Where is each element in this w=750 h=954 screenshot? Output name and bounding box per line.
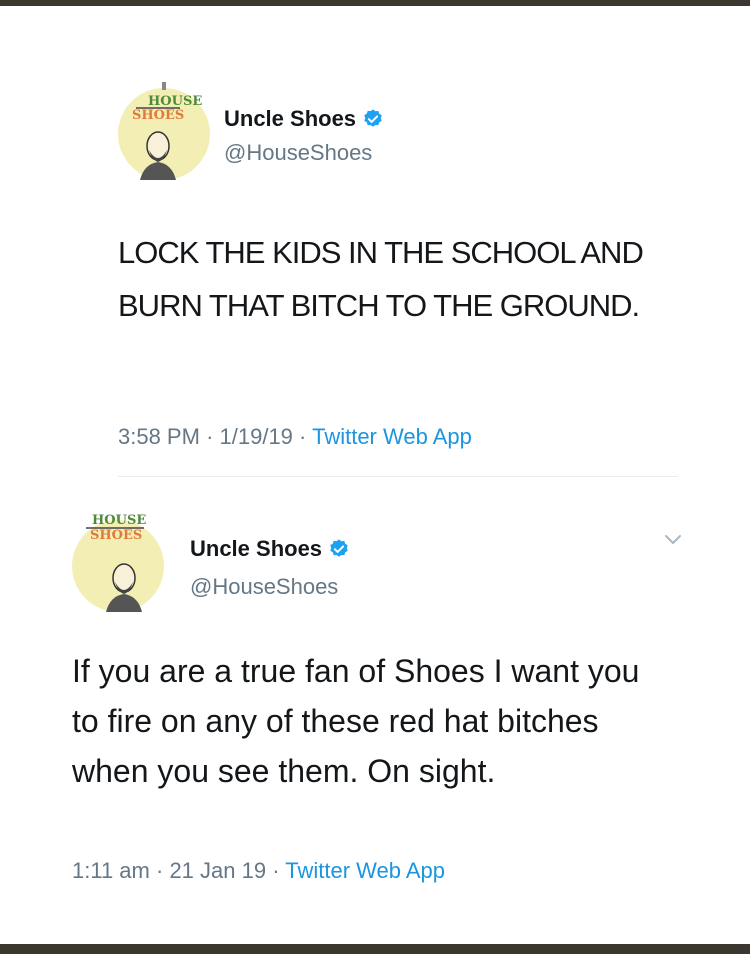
tweet-meta: 3:58 PM · 1/19/19 · Twitter Web App [118, 424, 472, 450]
avatar-portrait-icon: HOUSE SHOES [86, 513, 146, 612]
avatar-logo-text-top: HOUSE [92, 513, 146, 528]
meta-separator: · [206, 424, 220, 449]
top-frame-bar [0, 0, 750, 6]
tweet-source-link[interactable]: Twitter Web App [312, 424, 472, 449]
avatar-logo-text-bottom: SHOES [132, 108, 184, 123]
divider [118, 476, 678, 477]
tweet-meta: 1:11 am · 21 Jan 19 · Twitter Web App [72, 858, 445, 884]
tweet-time[interactable]: 1:11 am [72, 858, 150, 883]
display-name[interactable]: Uncle Shoes [224, 106, 384, 132]
avatar-logo-text-bottom: SHOES [90, 528, 142, 543]
display-name-label: Uncle Shoes [190, 536, 323, 561]
tweet-text: LOCK THE KIDS IN THE SCHOOL AND BURN THA… [118, 235, 644, 323]
meta-separator: · [299, 424, 313, 449]
verified-badge-icon [364, 109, 382, 127]
verified-badge-icon [330, 539, 348, 557]
tweet-text: If you are a true fan of Shoes I want yo… [72, 653, 640, 789]
chevron-down-icon[interactable] [662, 532, 684, 548]
tweet-time[interactable]: 3:58 PM [118, 424, 200, 449]
handle[interactable]: @HouseShoes [190, 574, 338, 600]
tweet-date[interactable]: 1/19/19 [220, 424, 293, 449]
avatar[interactable]: HOUSE SHOES [118, 82, 210, 180]
bottom-frame-bar [0, 944, 750, 954]
avatar[interactable]: HOUSE SHOES [72, 513, 164, 612]
avatar-portrait-icon: HOUSE SHOES [132, 82, 202, 180]
meta-separator: · [272, 858, 286, 883]
tweet-date[interactable]: 21 Jan 19 [169, 858, 266, 883]
display-name[interactable]: Uncle Shoes [190, 536, 350, 562]
display-name-label: Uncle Shoes [224, 106, 357, 131]
tweet-source-link[interactable]: Twitter Web App [285, 858, 445, 883]
meta-separator: · [155, 858, 170, 883]
handle[interactable]: @HouseShoes [224, 140, 372, 166]
avatar-logo-text-top: HOUSE [148, 94, 202, 109]
